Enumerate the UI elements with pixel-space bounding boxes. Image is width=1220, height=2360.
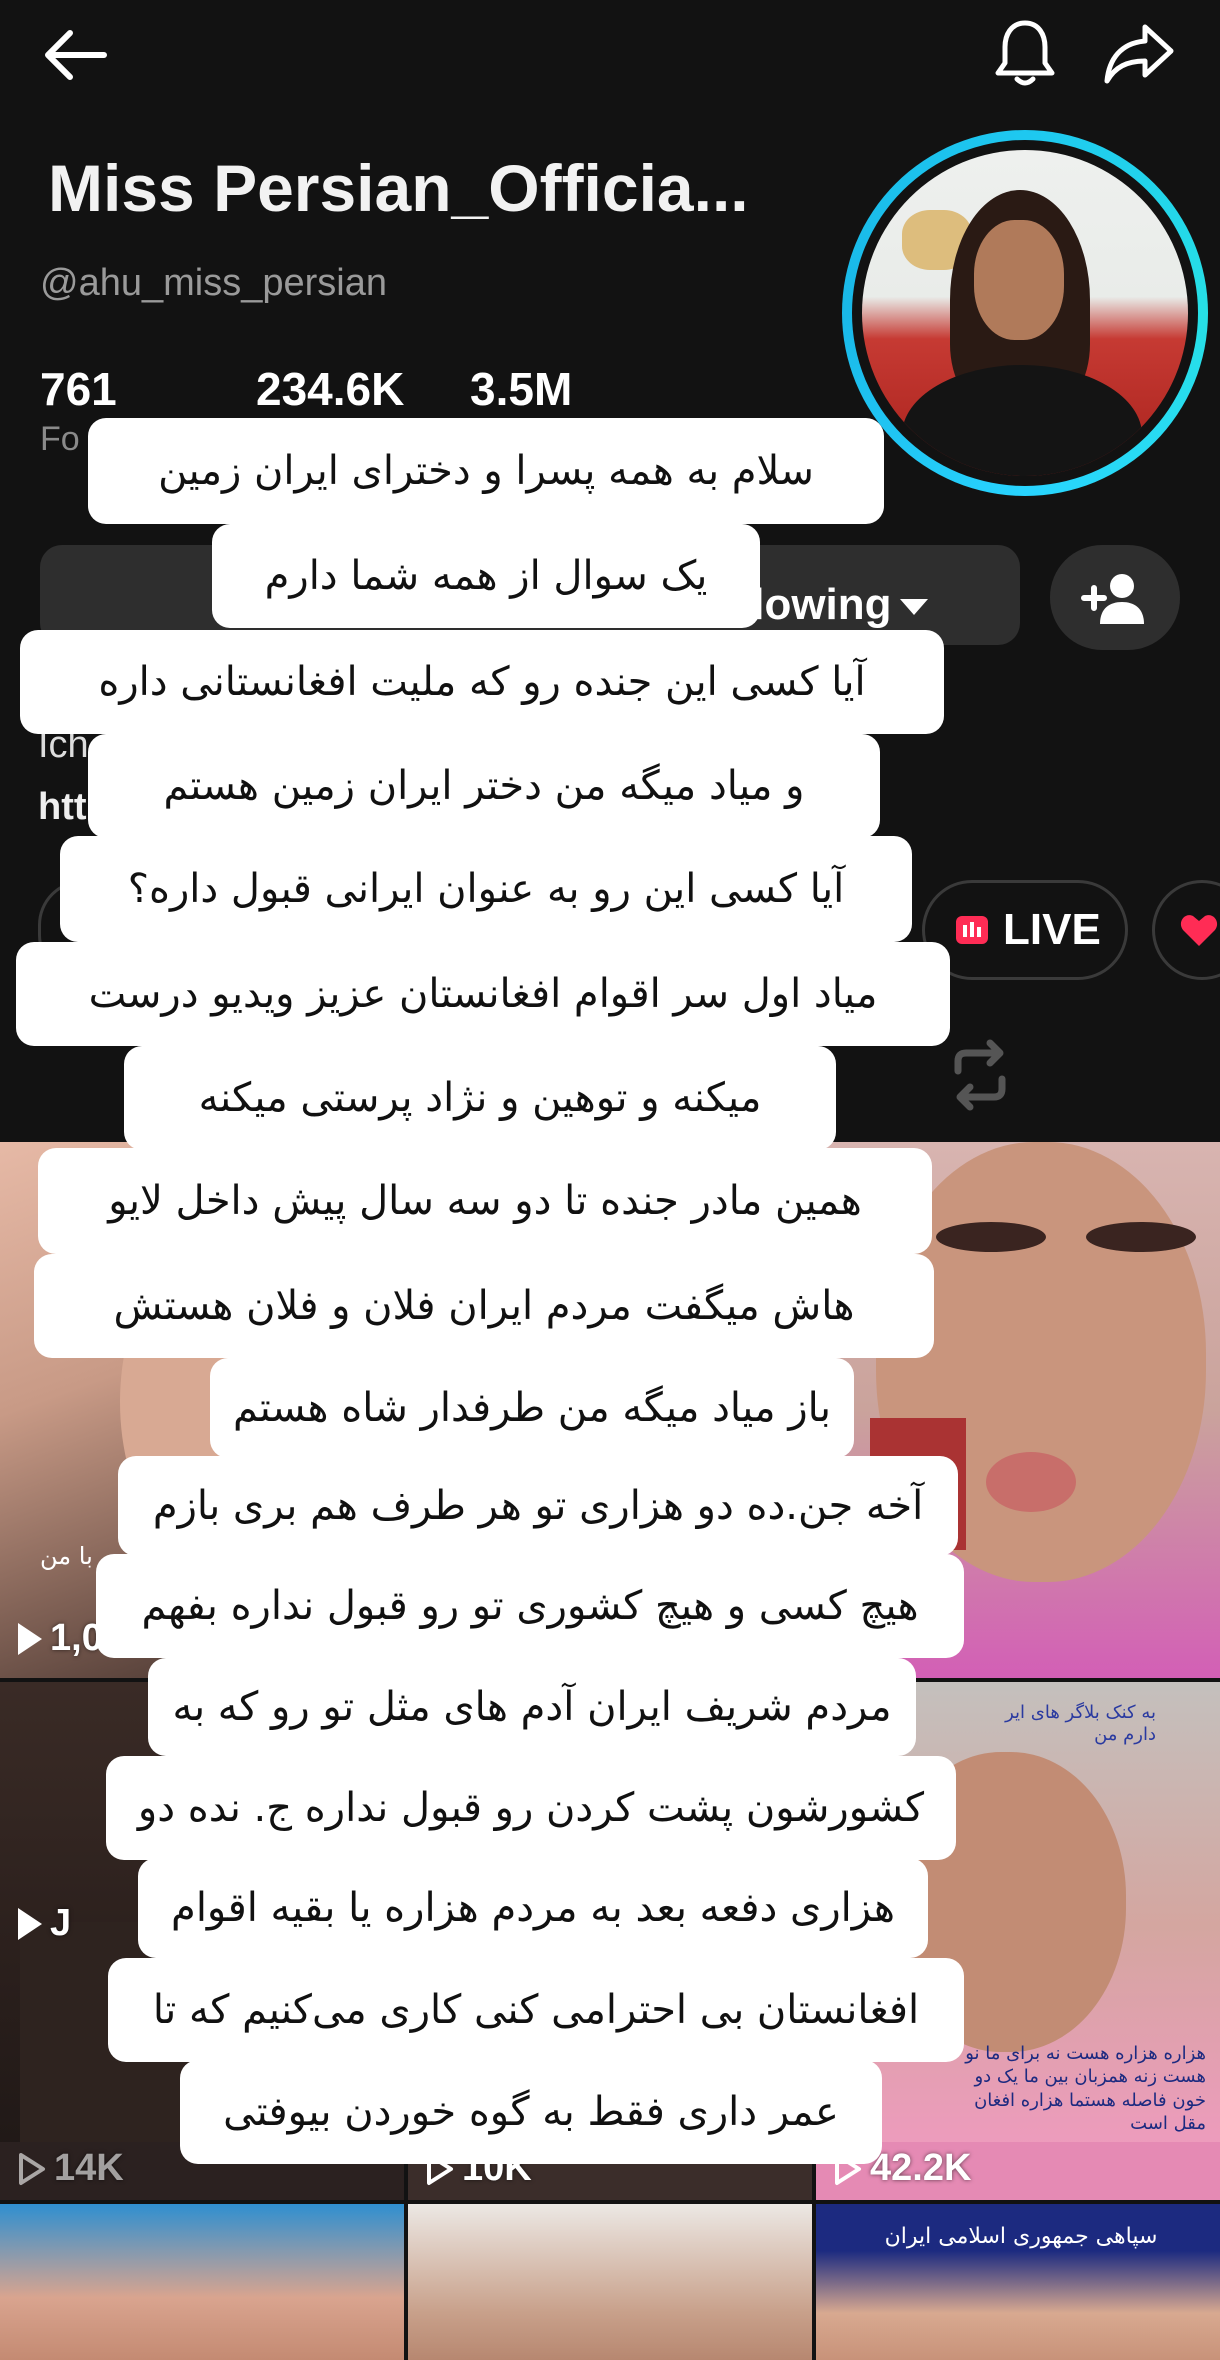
top-bar	[0, 0, 1220, 100]
add-friend-button[interactable]	[1050, 545, 1180, 650]
live-chip[interactable]: LIVE	[922, 880, 1128, 980]
play-outline-icon	[835, 2152, 861, 2185]
followers-count[interactable]: 234.6K	[256, 362, 404, 416]
view-count: 1,0	[18, 1617, 103, 1660]
video-tile[interactable]: J ستاره های شاهنشاه	[0, 1682, 404, 2170]
chip-left[interactable]	[38, 880, 128, 980]
tile-caption: با من	[40, 1542, 93, 1570]
video-tile[interactable]	[408, 1142, 812, 1678]
following-count[interactable]: 761	[40, 362, 117, 416]
view-count: 14K	[18, 2147, 124, 2190]
bell-icon[interactable]	[980, 8, 1070, 98]
video-tile[interactable]	[408, 2204, 812, 2360]
following-label: Fo	[40, 420, 80, 458]
tile-caption: هزاره هزاره هست نه برای ما نو	[965, 2043, 1206, 2064]
tile-caption: مقل است	[1130, 2113, 1206, 2135]
play-outline-icon	[427, 2152, 453, 2185]
profile-handle: @ahu_miss_persian	[40, 262, 387, 304]
play-icon	[18, 1622, 42, 1655]
share-icon[interactable]	[1090, 8, 1190, 98]
likes-count: 3.5M	[470, 363, 573, 415]
video-tile[interactable]: 1	[816, 1142, 1220, 1678]
tile-caption: خون فاصله هستما هزاره افغان	[974, 2089, 1206, 2111]
view-count: J	[18, 1902, 71, 1945]
following-button-label[interactable]: llowing	[740, 580, 928, 630]
play-outline-icon	[19, 2152, 45, 2185]
add-person-icon	[1081, 573, 1144, 624]
bio-link[interactable]: htt	[38, 786, 87, 829]
overlay-line: میاد اول سر اقوام افغانستان عزیز ویدیو د…	[16, 942, 950, 1046]
chip-right[interactable]	[1152, 880, 1220, 980]
view-count: 10K	[426, 2147, 532, 2190]
tile-caption: دارم من	[1094, 1723, 1156, 1745]
overlay-line: آیا کسی این جنده رو که ملیت افغانستانی د…	[20, 630, 944, 734]
video-tile[interactable]	[0, 2204, 404, 2360]
tile-caption: به کنک بلاگر های ایر	[1005, 1702, 1156, 1723]
live-label: LIVE	[1003, 905, 1101, 954]
video-tile-footer: 10K	[408, 2142, 812, 2200]
bio-line: Ich	[38, 724, 89, 766]
avatar-ring[interactable]	[842, 130, 1208, 496]
video-tile[interactable]	[408, 1682, 812, 2170]
overlay-line: میکنه و توهین و نژاد پرستی میکنه	[124, 1046, 836, 1150]
avatar	[862, 150, 1188, 476]
tile-caption: ستاره های شاهنشاه	[298, 2062, 404, 2118]
play-icon	[18, 1907, 42, 1940]
video-tile[interactable]: با من 1,0	[0, 1142, 404, 1678]
video-tile[interactable]: سپاهی جمهوری اسلامی ایران	[816, 2204, 1220, 2360]
profile-name: Miss Persian_Officia...	[48, 151, 749, 225]
view-count: 1	[834, 1617, 887, 1660]
overlay-line: سلام به همه پسرا و دخترای ایران زمین	[88, 418, 884, 524]
caret-down-icon	[899, 599, 928, 616]
video-tile-footer: 14K	[0, 2142, 404, 2200]
overlay-line: آیا کسی این رو به عنوان ایرانی قبول داره…	[60, 836, 912, 942]
tile-caption: سپاهی جمهوری اسلامی ایران	[884, 2224, 1158, 2249]
live-icon	[956, 916, 988, 944]
tile-caption: هست زنه همزبان بین ما یک دو	[974, 2066, 1206, 2088]
play-icon	[834, 1622, 858, 1655]
repost-icon[interactable]	[940, 1035, 1020, 1115]
video-tile[interactable]: به کنک بلاگر های ایر دارم من هزاره هزاره…	[816, 1682, 1220, 2170]
heart-icon	[1180, 915, 1218, 946]
view-count: 42.2K	[834, 2147, 971, 2190]
video-tile-footer: 42.2K	[816, 2142, 1220, 2200]
back-arrow-icon[interactable]	[30, 10, 120, 100]
overlay-line: و میاد میگه من دختر ایران زمین هستم	[88, 734, 880, 838]
